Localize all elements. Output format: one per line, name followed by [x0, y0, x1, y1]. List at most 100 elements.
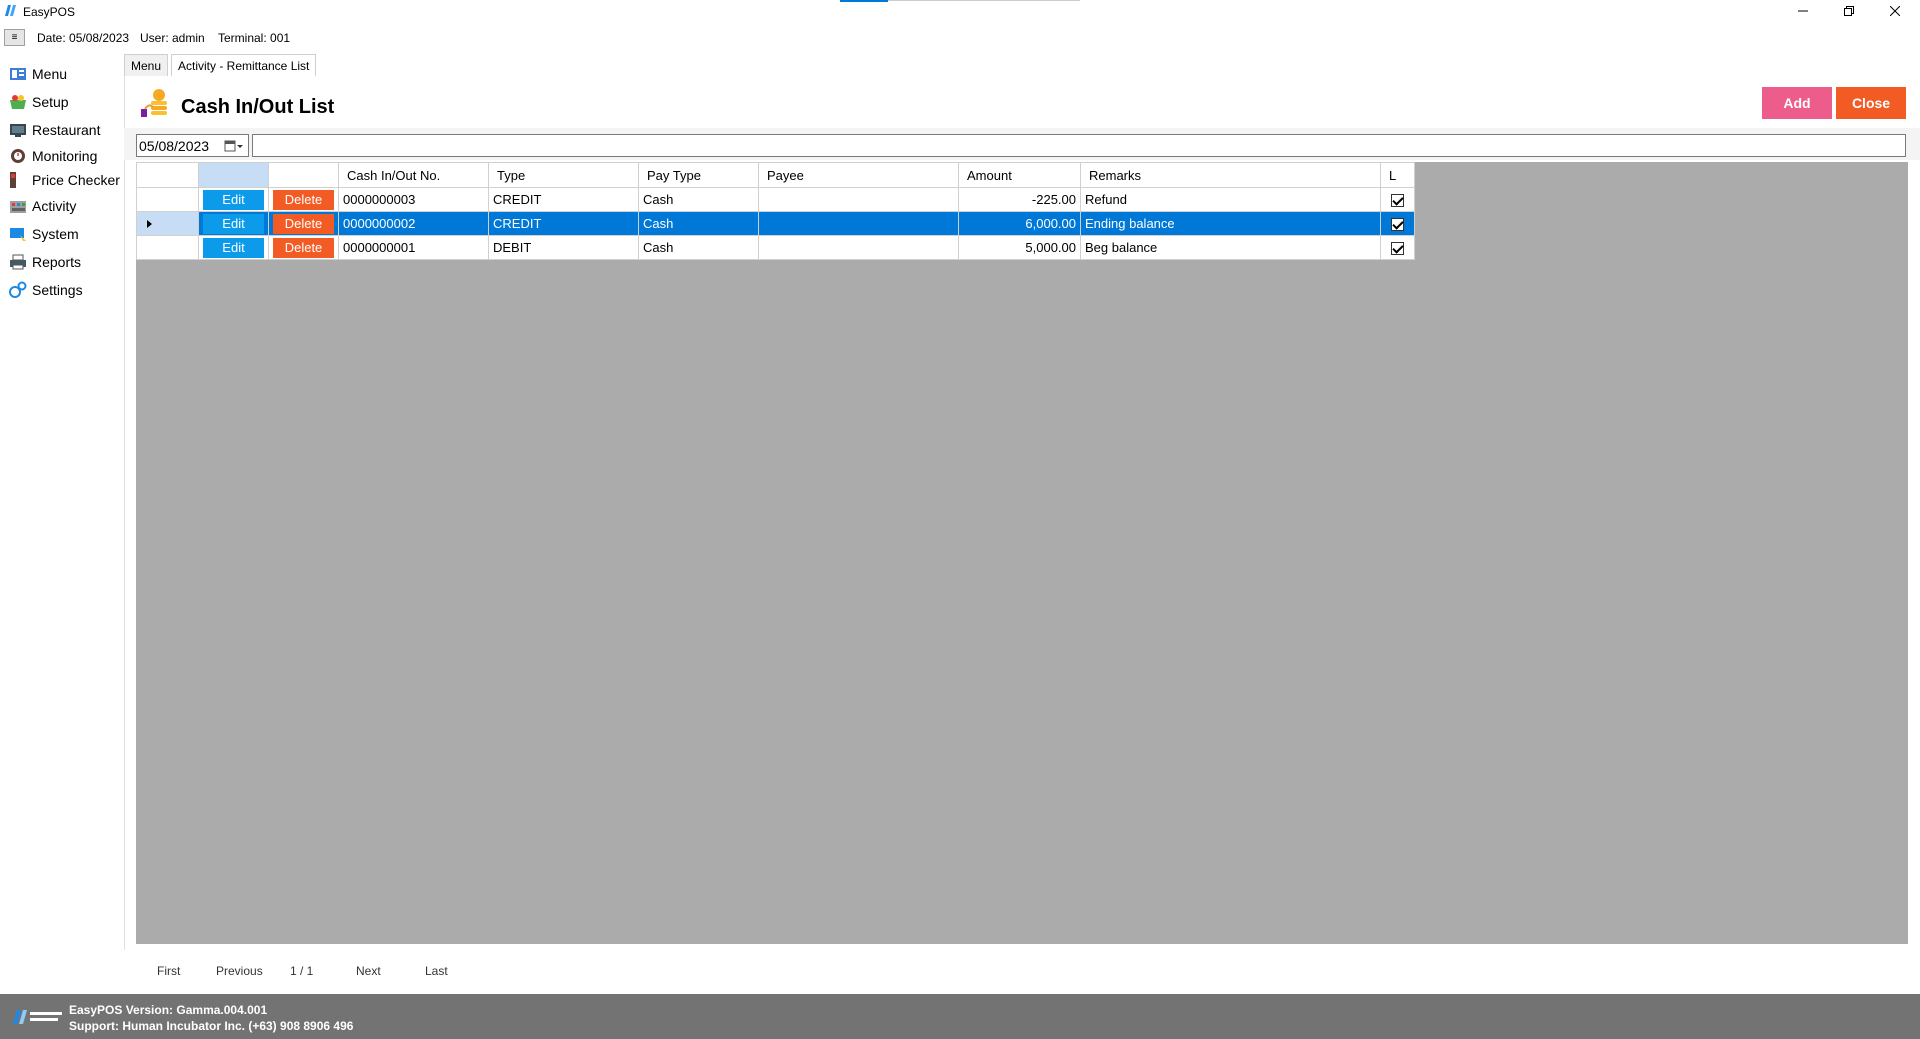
- column-header-amount[interactable]: Amount: [958, 162, 1081, 188]
- easypos-logo-icon: [5, 5, 16, 16]
- title-accent: [840, 0, 888, 2]
- sidebar-item-monitoring[interactable]: Monitoring: [8, 144, 120, 168]
- menu-toggle-button[interactable]: ≡: [4, 29, 25, 46]
- close-icon: [1890, 6, 1900, 16]
- close-window-button[interactable]: [1872, 0, 1918, 22]
- sidebar-item-activity[interactable]: Activity: [8, 194, 120, 218]
- sidebar-item-label: Price Checker: [32, 172, 120, 188]
- pager-first-button[interactable]: First: [157, 964, 180, 978]
- tab-activity-remittance-list[interactable]: Activity - Remittance List: [171, 54, 317, 76]
- support-text: Support: Human Incubator Inc. (+63) 908 …: [69, 1019, 354, 1033]
- row-header[interactable]: [136, 235, 199, 260]
- restaurant-icon: [10, 124, 26, 137]
- monitoring-icon: [11, 149, 25, 163]
- edit-button[interactable]: Edit: [203, 237, 264, 258]
- system-icon: [10, 228, 26, 241]
- minimize-button[interactable]: [1780, 0, 1826, 22]
- sidebar-item-reports[interactable]: Reports: [8, 250, 120, 274]
- column-header-locked[interactable]: L: [1380, 162, 1415, 188]
- pager-last-button[interactable]: Last: [425, 964, 448, 978]
- column-header-delete: [268, 162, 339, 188]
- hamburger-icon: ≡: [11, 32, 18, 43]
- grid-header-row: Cash In/Out No. Type Pay Type Payee Amou…: [136, 162, 1415, 188]
- cell-cash-no: 0000000003: [338, 187, 489, 212]
- sidebar: Menu Setup Restaurant Monitoring Price C…: [0, 60, 122, 990]
- delete-button[interactable]: Delete: [273, 237, 334, 258]
- add-button[interactable]: Add: [1762, 87, 1832, 119]
- cell-payee: [758, 235, 959, 260]
- pager: First Previous 1 / 1 Next Last: [124, 950, 1920, 990]
- column-header-remarks[interactable]: Remarks: [1080, 162, 1381, 188]
- locked-checkbox[interactable]: [1391, 194, 1404, 208]
- row-header[interactable]: [136, 211, 199, 236]
- tab-menu[interactable]: Menu: [124, 54, 169, 76]
- cell-remarks: Ending balance: [1080, 211, 1381, 236]
- date-filter-picker[interactable]: 05/08/2023: [136, 134, 249, 157]
- cell-cash-no: 0000000001: [338, 235, 489, 260]
- sidebar-item-menu[interactable]: Menu: [8, 62, 120, 86]
- sidebar-item-label: Reports: [32, 254, 82, 270]
- column-header-type[interactable]: Type: [488, 162, 639, 188]
- cell-amount: -225.00: [958, 187, 1081, 212]
- cash-in-out-grid: Cash In/Out No. Type Pay Type Payee Amou…: [136, 162, 1415, 260]
- footer: EasyPOS Version: Gamma.004.001 Support: …: [0, 994, 1920, 1039]
- edit-button[interactable]: Edit: [203, 189, 264, 210]
- calendar-dropdown-icon[interactable]: [224, 139, 244, 153]
- sidebar-item-setup[interactable]: Setup: [8, 90, 120, 114]
- cell-pay-type: Cash: [638, 211, 759, 236]
- current-user: User: admin: [140, 31, 205, 45]
- sidebar-item-system[interactable]: System: [8, 222, 120, 246]
- delete-button[interactable]: Delete: [273, 213, 334, 234]
- sidebar-item-label: Monitoring: [32, 148, 98, 164]
- pager-page-info: 1 / 1: [290, 964, 314, 978]
- sidebar-item-label: Restaurant: [32, 122, 101, 138]
- locked-checkbox[interactable]: [1391, 218, 1404, 232]
- locked-checkbox[interactable]: [1391, 242, 1404, 256]
- table-row[interactable]: Edit Delete 0000000002 CREDIT Cash 6,000…: [136, 211, 1415, 236]
- column-header-payee[interactable]: Payee: [758, 162, 959, 188]
- sidebar-item-label: Activity: [32, 198, 77, 214]
- sidebar-item-price-checker[interactable]: Price Checker: [8, 168, 120, 192]
- column-header-pay-type[interactable]: Pay Type: [638, 162, 759, 188]
- cell-payee: [758, 211, 959, 236]
- sidebar-item-label: System: [32, 226, 79, 242]
- cell-cash-no: 0000000002: [338, 211, 489, 236]
- window-title: EasyPOS: [23, 5, 76, 19]
- current-date: Date: 05/08/2023: [37, 31, 130, 45]
- grid-background: [136, 162, 1908, 944]
- cell-amount: 6,000.00: [958, 211, 1081, 236]
- restore-button[interactable]: [1826, 0, 1872, 22]
- cell-pay-type: Cash: [638, 235, 759, 260]
- info-bar: ≡ Date: 05/08/2023 User: admin Terminal:…: [0, 26, 1920, 48]
- menu-icon: [10, 68, 26, 80]
- cell-payee: [758, 187, 959, 212]
- pager-previous-button[interactable]: Previous: [216, 964, 263, 978]
- cell-type: DEBIT: [488, 235, 639, 260]
- cell-remarks: Refund: [1080, 187, 1381, 212]
- row-header[interactable]: [136, 187, 199, 212]
- price-checker-icon: [10, 172, 16, 188]
- edit-button[interactable]: Edit: [203, 213, 264, 234]
- pager-next-button[interactable]: Next: [356, 964, 381, 978]
- sidebar-item-settings[interactable]: Settings: [8, 278, 120, 302]
- settings-icon: [9, 281, 27, 298]
- cash-stack-icon: [141, 89, 167, 117]
- delete-button[interactable]: Delete: [273, 189, 334, 210]
- sidebar-item-label: Setup: [32, 94, 69, 110]
- sidebar-item-restaurant[interactable]: Restaurant: [8, 118, 120, 142]
- table-row[interactable]: Edit Delete 0000000003 CREDIT Cash -225.…: [136, 187, 1415, 212]
- close-button[interactable]: Close: [1836, 87, 1906, 119]
- column-header-edit: [198, 162, 269, 188]
- sidebar-item-label: Settings: [32, 282, 83, 298]
- setup-icon: [10, 95, 26, 109]
- column-header-rowselect: [136, 162, 199, 188]
- restore-icon: [1844, 6, 1854, 16]
- cell-type: CREDIT: [488, 187, 639, 212]
- cell-type: CREDIT: [488, 211, 639, 236]
- reports-icon: [10, 254, 26, 270]
- search-input[interactable]: [252, 134, 1906, 157]
- table-row[interactable]: Edit Delete 0000000001 DEBIT Cash 5,000.…: [136, 235, 1415, 260]
- human-incubator-logo-icon: [13, 1010, 62, 1024]
- title-accent-line: [888, 0, 1080, 1]
- column-header-cash-no[interactable]: Cash In/Out No.: [338, 162, 489, 188]
